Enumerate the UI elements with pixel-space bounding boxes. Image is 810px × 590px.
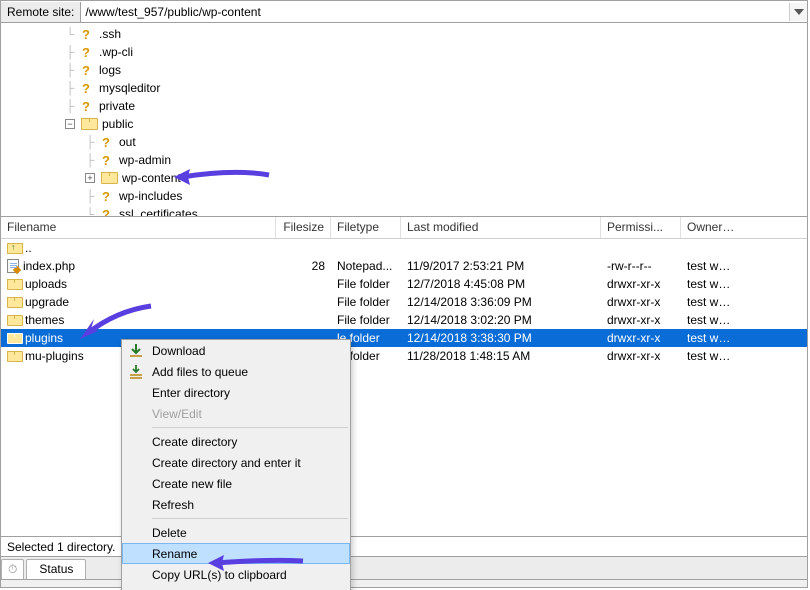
remote-site-bar: Remote site:	[1, 1, 807, 23]
download-icon	[128, 343, 144, 359]
context-menu: Download Add files to queue Enter direct…	[121, 339, 351, 590]
col-filename[interactable]: Filename	[1, 217, 276, 238]
unknown-icon: ?	[99, 189, 113, 203]
row-file-index[interactable]: index.php 28 Notepad... 11/9/2017 2:53:2…	[1, 257, 807, 275]
remote-tree[interactable]: └?.ssh ├?.wp-cli ├?logs ├?mysqleditor ├?…	[1, 23, 807, 217]
list-header: Filename Filesize Filetype Last modified…	[1, 217, 807, 239]
tree-node-wpadmin[interactable]: ├?wp-admin	[81, 151, 807, 169]
folder-icon	[7, 333, 21, 344]
folder-icon	[7, 315, 21, 326]
ctx-separator	[152, 427, 348, 428]
tree-node-ssh[interactable]: └?.ssh	[61, 25, 807, 43]
col-modified[interactable]: Last modified	[401, 217, 601, 238]
row-parent-dir[interactable]: ..	[1, 239, 807, 257]
ctx-copy-url[interactable]: Copy URL(s) to clipboard	[122, 564, 350, 585]
tree-node-sslcert[interactable]: └?ssl_certificates	[81, 205, 807, 217]
ctx-view-edit: View/Edit	[122, 403, 350, 424]
tree-node-public[interactable]: − public	[61, 115, 807, 133]
ctx-refresh[interactable]: Refresh	[122, 494, 350, 515]
col-permissions[interactable]: Permissi...	[601, 217, 681, 238]
tab-queue-icon[interactable]: ⏱	[1, 559, 24, 579]
tree-node-wpcli[interactable]: ├?.wp-cli	[61, 43, 807, 61]
tree-node-mysqleditor[interactable]: ├?mysqleditor	[61, 79, 807, 97]
remote-site-label: Remote site:	[1, 2, 81, 22]
unknown-icon: ?	[79, 99, 93, 113]
col-filetype[interactable]: Filetype	[331, 217, 401, 238]
tab-status[interactable]: Status	[26, 559, 86, 579]
folder-icon	[7, 297, 21, 308]
tree-node-private[interactable]: ├?private	[61, 97, 807, 115]
row-folder-uploads[interactable]: uploads File folder 12/7/2018 4:45:08 PM…	[1, 275, 807, 293]
ctx-enter-dir[interactable]: Enter directory	[122, 382, 350, 403]
collapse-icon[interactable]: −	[65, 119, 75, 129]
unknown-icon: ?	[79, 45, 93, 59]
tree-node-wpincludes[interactable]: ├?wp-includes	[81, 187, 807, 205]
folder-icon	[81, 118, 96, 130]
unknown-icon: ?	[79, 81, 93, 95]
unknown-icon: ?	[99, 135, 113, 149]
parent-dir-icon	[7, 242, 21, 254]
row-folder-themes[interactable]: themes File folder 12/14/2018 3:02:20 PM…	[1, 311, 807, 329]
tree-node-wpcontent[interactable]: + wp-content	[81, 169, 807, 187]
ctx-add-queue[interactable]: Add files to queue	[122, 361, 350, 382]
folder-icon	[101, 172, 116, 184]
tree-node-out[interactable]: ├?out	[81, 133, 807, 151]
unknown-icon: ?	[99, 153, 113, 167]
expand-icon[interactable]: +	[85, 173, 95, 183]
ctx-rename[interactable]: Rename	[122, 543, 350, 564]
unknown-icon: ?	[99, 207, 113, 217]
folder-icon	[7, 351, 21, 362]
col-filesize[interactable]: Filesize	[276, 217, 331, 238]
add-queue-icon	[128, 364, 144, 380]
file-icon	[7, 259, 19, 273]
queue-icon: ⏱	[8, 562, 17, 576]
tree-node-logs[interactable]: ├?logs	[61, 61, 807, 79]
col-owner[interactable]: Owner/G...	[681, 217, 741, 238]
remote-path-input[interactable]	[81, 3, 789, 21]
unknown-icon: ?	[79, 27, 93, 41]
ctx-download[interactable]: Download	[122, 340, 350, 361]
ctx-create-dir[interactable]: Create directory	[122, 431, 350, 452]
folder-icon	[7, 279, 21, 290]
remote-path-dropdown[interactable]	[789, 3, 807, 21]
ctx-separator	[152, 518, 348, 519]
ctx-create-dir-enter[interactable]: Create directory and enter it	[122, 452, 350, 473]
unknown-icon: ?	[79, 63, 93, 77]
ctx-create-file[interactable]: Create new file	[122, 473, 350, 494]
ctx-file-permissions[interactable]: File permissions...	[122, 585, 350, 590]
ctx-delete[interactable]: Delete	[122, 522, 350, 543]
row-folder-upgrade[interactable]: upgrade File folder 12/14/2018 3:36:09 P…	[1, 293, 807, 311]
